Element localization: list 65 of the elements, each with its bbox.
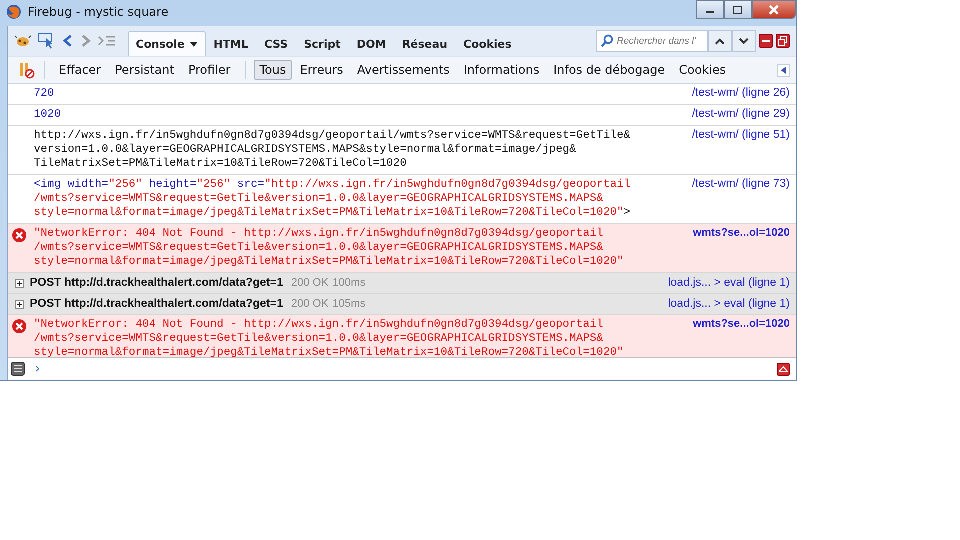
response-status: 200 OK	[291, 298, 329, 310]
expand-panel-button[interactable]	[777, 362, 790, 376]
search-field[interactable]: Rechercher dans l'	[596, 30, 708, 52]
up-triangle-icon	[779, 366, 788, 372]
command-prompt: ›	[35, 361, 41, 377]
next-match-button[interactable]	[732, 30, 756, 52]
maximize-icon	[733, 6, 743, 14]
minimize-icon	[762, 39, 770, 43]
minimize-button[interactable]	[696, 0, 724, 19]
close-icon	[768, 4, 780, 14]
panel-tab[interactable]: Cookies	[456, 31, 520, 56]
restore-windows-icon	[778, 36, 788, 46]
filter-button[interactable]: Infos de débogage	[548, 60, 672, 80]
source-link[interactable]: wmts?se...ol=1020	[693, 227, 790, 239]
browser-logo-icon	[6, 4, 22, 20]
panel-tab[interactable]: Console	[128, 31, 206, 56]
filter-button[interactable]: Cookies	[673, 60, 732, 80]
chevron-up-icon	[715, 38, 725, 44]
panel-tab[interactable]: HTML	[206, 31, 256, 56]
toolbar-button[interactable]: Effacer	[53, 60, 108, 80]
filter-button[interactable]: Erreurs	[294, 60, 350, 80]
source-link[interactable]: load.js... > eval (ligne 1)	[668, 277, 790, 289]
close-button[interactable]	[752, 0, 796, 19]
log-message: <img width="256" height="256" src="http://wxs.ign.fr/in5wghdufn0gn8d7g0394dsg/geoportail /wmts?service=WMTS&request=GetTile&version=1.0.0&layer=GEOGRAPHICALGRIDSYSTEMS.MAPS& style=normal&format=image/jpeg&TileMatrixSet=PM&TileMatrix=10&TileRow=720&TileCol=1020">	[34, 178, 631, 220]
maximize-button[interactable]	[724, 0, 752, 19]
panel-tab[interactable]: Réseau	[394, 31, 456, 56]
log-message: http://wxs.ign.fr/in5wghdufn0gn8d7g0394dsg/geoportail/wmts?service=WMTS&request=GetTile& version=1.0.0&layer=GEOGRAPHICALGRIDSYSTEMS.MAPS&style=normal&format=image/jpeg& TileMatrixSet=PM&TileMatrix=10&TileRow=720&TileCol=1020	[34, 129, 631, 171]
previous-match-button[interactable]	[708, 30, 732, 52]
panel-tab[interactable]: CSS	[256, 31, 296, 56]
error-icon	[12, 228, 27, 243]
log-message: 1020	[34, 108, 62, 122]
source-link[interactable]: /test-wm/ (ligne 51)	[692, 129, 790, 141]
search-icon	[600, 34, 614, 48]
panel-tab[interactable]: Script	[296, 31, 349, 56]
error-icon	[12, 319, 27, 334]
pause-icon[interactable]	[18, 61, 36, 79]
response-time: 100ms	[332, 277, 366, 289]
chevron-down-icon	[739, 38, 749, 44]
minimize-firebug-button[interactable]	[759, 34, 773, 48]
log-message: "NetworkError: 404 Not Found - http://wxs.ign.fr/in5wghdufn0gn8d7g0394dsg/geoportail /wmts?service=WMTS&request=GetTile&version=1.0.0&layer=GEOGRAPHICALGRIDSYSTEMS.MAPS& style=normal&format=image/jpeg&TileMatrixSet=PM&TileMatrix=10&TileRow=720&TileCol=1020"	[34, 318, 624, 357]
request-url[interactable]: POST http://d.trackhealthalert.com/data?get=1	[30, 298, 284, 310]
toolbar-button[interactable]: Persistant	[109, 60, 180, 80]
log-message: 720	[34, 87, 54, 101]
request-url[interactable]: POST http://d.trackhealthalert.com/data?get=1	[30, 277, 284, 289]
filter-button[interactable]: Informations	[458, 60, 546, 80]
source-link[interactable]: /test-wm/ (ligne 73)	[692, 178, 790, 190]
expand-toggle[interactable]	[15, 278, 24, 288]
source-link[interactable]: wmts?se...ol=1020	[693, 318, 790, 330]
command-editor-icon[interactable]	[11, 362, 25, 376]
detach-firebug-button[interactable]	[776, 34, 790, 48]
source-link[interactable]: /test-wm/ (ligne 29)	[692, 108, 790, 120]
toolbar-button[interactable]: Profiler	[182, 60, 237, 80]
response-time: 105ms	[332, 298, 366, 310]
filter-button[interactable]: Avertissements	[351, 60, 456, 80]
left-triangle-icon	[781, 66, 786, 74]
panel-tab[interactable]: DOM	[348, 31, 394, 56]
log-message: "NetworkError: 404 Not Found - http://wxs.ign.fr/in5wghdufn0gn8d7g0394dsg/geoportail /wmts?service=WMTS&request=GetTile&version=1.0.0&layer=GEOGRAPHICALGRIDSYSTEMS.MAPS& style=normal&format=image/jpeg&TileMatrixSet=PM&TileMatrix=10&TileRow=720&TileCol=1020"	[34, 227, 624, 269]
source-link[interactable]: /test-wm/ (ligne 26)	[692, 87, 790, 99]
scroll-left-button[interactable]	[777, 64, 790, 76]
bug-icon[interactable]	[14, 34, 32, 48]
expand-toggle[interactable]	[15, 300, 24, 308]
window-title: Firebug - mystic square	[28, 5, 169, 19]
response-status: 200 OK	[291, 277, 329, 289]
source-link[interactable]: load.js... > eval (ligne 1)	[668, 298, 790, 310]
filter-button[interactable]: Tous	[254, 60, 292, 80]
